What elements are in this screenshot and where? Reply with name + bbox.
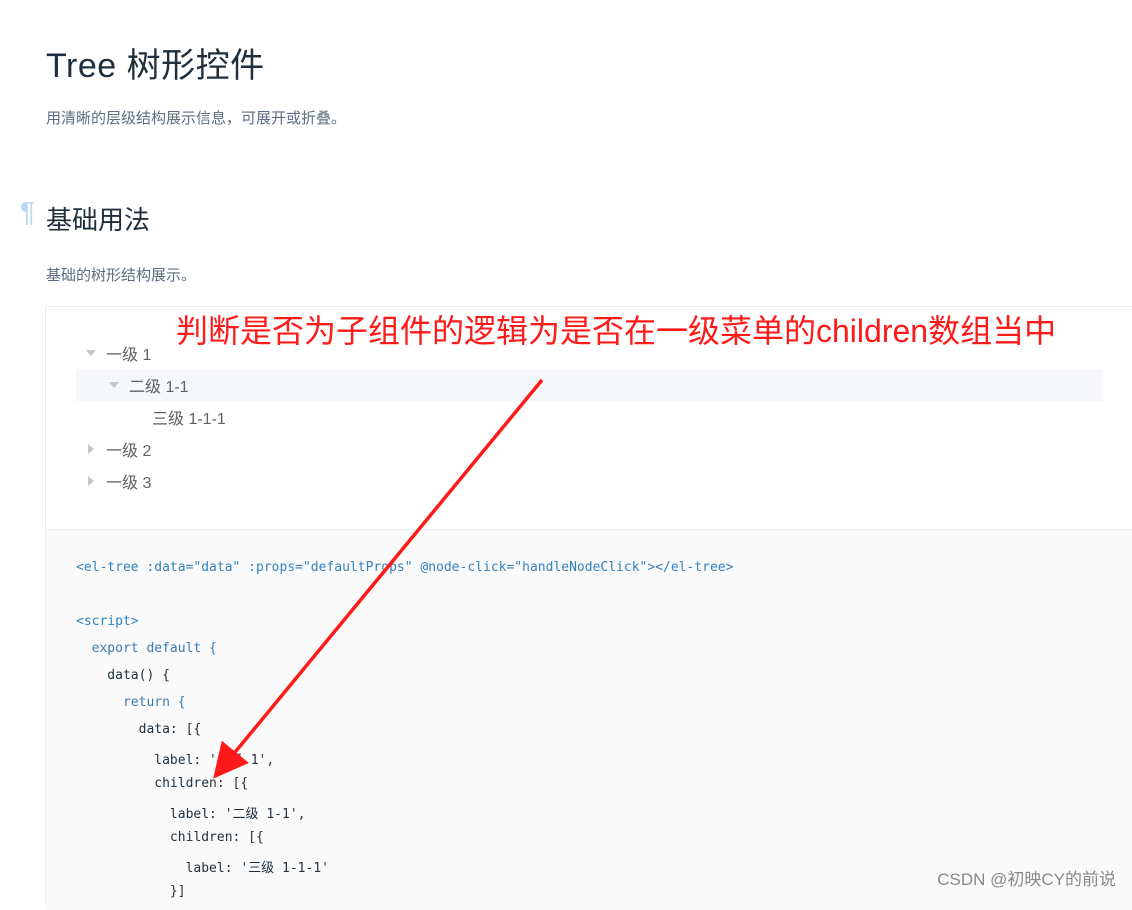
tree-node-level1-2[interactable]: 一级 2 — [76, 433, 1102, 465]
code-line: label: '二级 1-1', — [76, 807, 306, 822]
page-title: Tree 树形控件 — [46, 47, 265, 85]
watermark: CSDN @初映CY的前说 — [937, 870, 1116, 889]
tree-node-level3-1-1-1[interactable]: 三级 1-1-1 — [76, 401, 1102, 433]
tree-node-label: 二级 1-1 — [129, 379, 189, 396]
code-line: export default { — [76, 641, 217, 656]
annotation-text: 判断是否为子组件的逻辑为是否在一级菜单的children数组当中 — [176, 313, 1057, 349]
code-line: }] — [76, 884, 186, 899]
tree: 一级 1 二级 1-1 三级 1-1-1 一级 2 一级 3 — [76, 337, 1102, 497]
code-line: children: [{ — [76, 830, 264, 845]
expand-arrow-icon[interactable] — [109, 382, 119, 388]
section-anchor-link[interactable]: ¶ — [20, 198, 35, 226]
code-line: <el-tree :data="data" :props="defaultPro… — [76, 560, 734, 575]
tree-node-label: 一级 1 — [106, 347, 152, 364]
code-line: data: [{ — [76, 722, 202, 737]
expand-arrow-icon[interactable] — [86, 350, 96, 356]
code-line: children: [{ — [76, 776, 249, 791]
code-block: <el-tree :data="data" :props="defaultPro… — [46, 529, 1132, 910]
code-line: return { — [76, 695, 186, 710]
collapse-arrow-icon[interactable] — [88, 476, 94, 486]
code-line: <script> — [76, 614, 139, 629]
demo-block: 一级 1 二级 1-1 三级 1-1-1 一级 2 一级 3 <el-tree … — [45, 306, 1132, 910]
tree-node-label: 一级 2 — [106, 443, 152, 460]
tree-node-label: 三级 1-1-1 — [152, 411, 226, 428]
code-line: data() { — [76, 668, 170, 683]
code-line: label: '三级 1-1-1' — [76, 861, 329, 876]
code-line: label: '一级 1', — [76, 753, 275, 768]
section-title: 基础用法 — [46, 205, 151, 235]
section-description: 基础的树形结构展示。 — [46, 267, 197, 284]
tree-node-level2-1-1[interactable]: 二级 1-1 — [76, 369, 1102, 401]
page-description: 用清晰的层级结构展示信息，可展开或折叠。 — [46, 110, 347, 127]
tree-node-label: 一级 3 — [106, 475, 152, 492]
collapse-arrow-icon[interactable] — [88, 444, 94, 454]
tree-node-level1-3[interactable]: 一级 3 — [76, 465, 1102, 497]
